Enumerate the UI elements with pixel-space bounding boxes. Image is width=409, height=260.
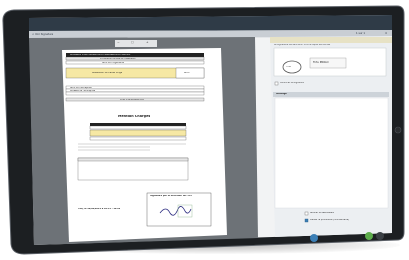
doc-right-code: BIS 2 [184, 72, 190, 74]
zoom-out-icon[interactable]: − [117, 41, 120, 44]
more-button [376, 232, 384, 240]
doc-section-footer: VISA D'APPROBATION [120, 99, 144, 101]
certify-label[interactable]: Certificat de signature [280, 82, 304, 84]
signature-name: Tirtu PROLO [313, 61, 329, 64]
doc-section2-band [90, 123, 186, 126]
messages-header-bar [273, 92, 389, 97]
doc-signature-label: Signature par le directeur de l'IUT [150, 195, 193, 197]
notify-checkbox [304, 211, 309, 216]
doc-highlight-text: Attestation de travail dirigé [92, 72, 123, 74]
panel-instruction: Le signataire déclare avoir lu et accept… [274, 44, 331, 46]
zoom-in-icon[interactable]: + [146, 41, 149, 44]
certify-checkbox [274, 81, 279, 86]
doc-signature-date: Fait, le 10/06/2021 à 10:45 - 12:00 [78, 208, 121, 210]
page-indicator: 1 sur 1 [356, 32, 366, 35]
viewer-toolbar [115, 40, 157, 47]
doc-title-line2: A COMPLETER PAR LE CANDIDAT [100, 58, 136, 60]
messages-area [274, 97, 389, 209]
page-icon[interactable]: ▢ [131, 41, 134, 44]
doc-middle-title: Mention Charges [118, 115, 151, 118]
panel-header [270, 37, 392, 43]
doc-title-line1: DEMANDE D'AUTORISATION D'ENSEIGNEMENT PA… [70, 54, 131, 56]
document-page [62, 48, 227, 242]
doc-field-b: Adresse de l'entreprise [70, 90, 96, 92]
confirm-button [365, 232, 373, 240]
validate-checkbox [304, 218, 309, 223]
close-icon[interactable]: ✕ [385, 32, 387, 35]
messages-header: Message [276, 93, 287, 95]
notify-label[interactable]: Notifier le destinataire [310, 212, 334, 214]
validate-label[interactable]: Valider la procédure (commentaire) [310, 219, 349, 221]
stamp-text: Tirtu [286, 66, 292, 68]
doc-signature-frame [146, 192, 212, 227]
doc-observation-box [77, 157, 189, 181]
doc-section-organism: Nom de l'organisme [102, 62, 124, 64]
breadcrumb-back-link[interactable]: < Voir Signature [32, 33, 53, 36]
back-button [310, 234, 318, 242]
app-top-bar [29, 15, 392, 31]
